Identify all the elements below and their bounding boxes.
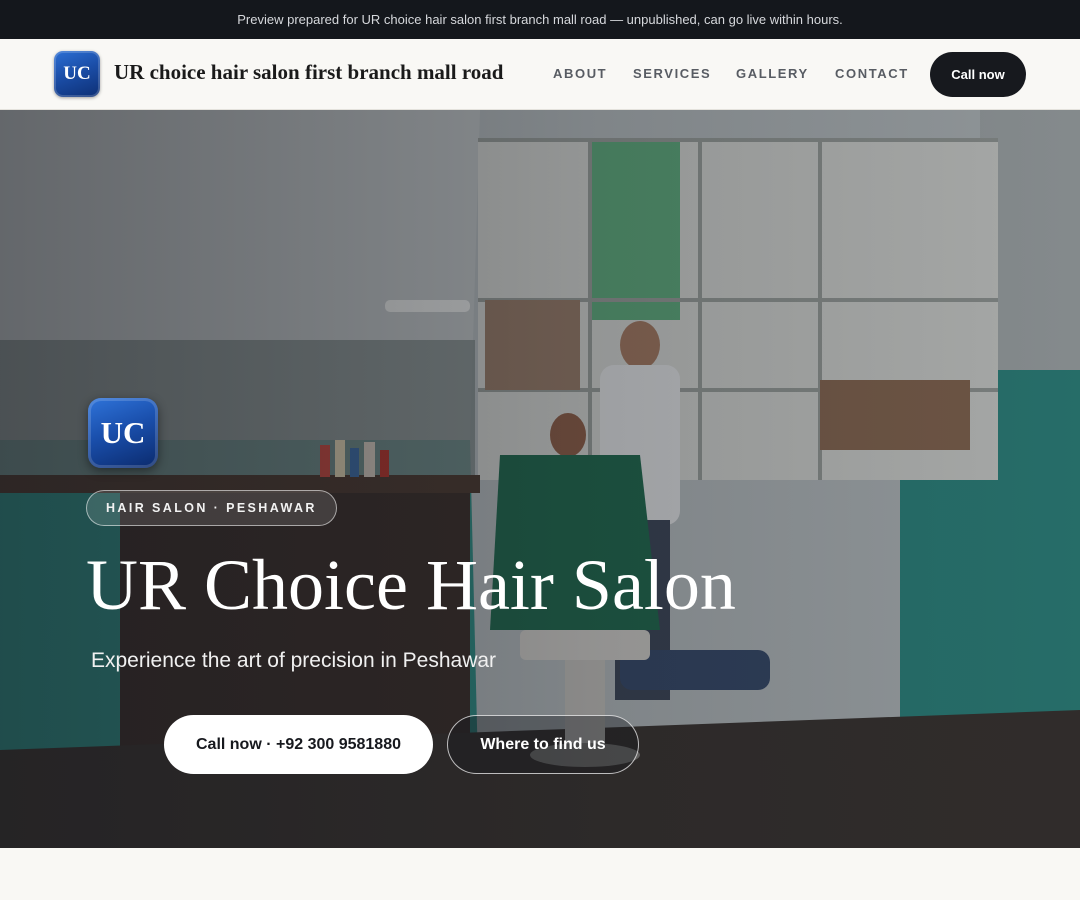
nav-about[interactable]: ABOUT	[553, 66, 607, 81]
brand-logo[interactable]: UC	[54, 51, 100, 97]
nav-gallery[interactable]: GALLERY	[736, 66, 809, 81]
next-section	[0, 848, 1080, 900]
hero-category-badge: HAIR SALON · PESHAWAR	[86, 490, 337, 526]
header-call-button[interactable]: Call now	[930, 52, 1026, 97]
nav-services[interactable]: SERVICES	[633, 66, 711, 81]
nav-contact[interactable]: CONTACT	[835, 66, 909, 81]
hero-title: UR Choice Hair Salon	[86, 545, 736, 625]
hero-section: UC HAIR SALON · PESHAWAR UR Choice Hair …	[0, 110, 1080, 848]
find-us-button[interactable]: Where to find us	[447, 715, 639, 774]
preview-banner-text: Preview prepared for UR choice hair salo…	[237, 12, 843, 27]
preview-banner: Preview prepared for UR choice hair salo…	[0, 0, 1080, 39]
call-now-button[interactable]: Call now · +92 300 9581880	[164, 715, 433, 774]
brand-name[interactable]: UR choice hair salon first branch mall r…	[114, 60, 503, 85]
site-header: UC UR choice hair salon first branch mal…	[0, 39, 1080, 110]
hero-subtitle: Experience the art of precision in Pesha…	[91, 649, 497, 672]
hero-logo: UC	[88, 398, 158, 468]
